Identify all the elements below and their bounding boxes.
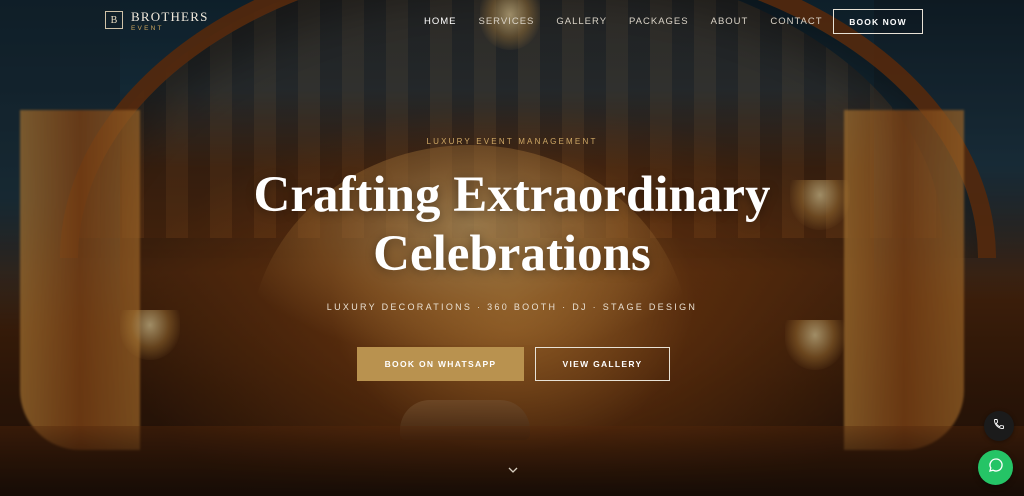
phone-call-button[interactable] (984, 411, 1014, 441)
nav-contact[interactable]: CONTACT (770, 16, 822, 27)
whatsapp-chat-icon (988, 457, 1004, 478)
logo-text: BROTHERS EVENT (131, 10, 209, 33)
nav-packages[interactable]: PACKAGES (629, 16, 689, 27)
brand-logo[interactable]: B BROTHERS EVENT (105, 10, 209, 33)
brand-sub: EVENT (131, 25, 164, 32)
hero-eyebrow: LUXURY EVENT MANAGEMENT (426, 137, 598, 146)
hero-headline: Crafting Extraordinary Celebrations (0, 166, 1024, 284)
book-on-whatsapp-button[interactable]: BOOK ON WHATSAPP (357, 347, 524, 381)
book-now-button[interactable]: BOOK NOW (833, 9, 923, 34)
whatsapp-chat-button[interactable] (978, 450, 1013, 485)
logo-mark-icon: B (105, 11, 123, 29)
chevron-down-icon[interactable] (507, 463, 519, 475)
nav-gallery[interactable]: GALLERY (556, 16, 607, 27)
hero-headline-line-2: Celebrations (373, 226, 651, 282)
brand-name: BROTHERS (131, 9, 209, 24)
view-gallery-button[interactable]: VIEW GALLERY (535, 347, 670, 381)
nav-about[interactable]: ABOUT (711, 16, 749, 27)
hero-tagline: LUXURY DECORATIONS · 360 BOOTH · DJ · ST… (326, 302, 698, 312)
hero-headline-line-1: Crafting Extraordinary (253, 167, 771, 223)
phone-icon (993, 417, 1005, 435)
nav-services[interactable]: SERVICES (479, 16, 535, 27)
nav-home[interactable]: HOME (424, 16, 457, 27)
top-navigation: B BROTHERS EVENT HOME SERVICES GALLERY P… (0, 0, 1024, 44)
main-menu: HOME SERVICES GALLERY PACKAGES ABOUT CON… (424, 16, 845, 27)
